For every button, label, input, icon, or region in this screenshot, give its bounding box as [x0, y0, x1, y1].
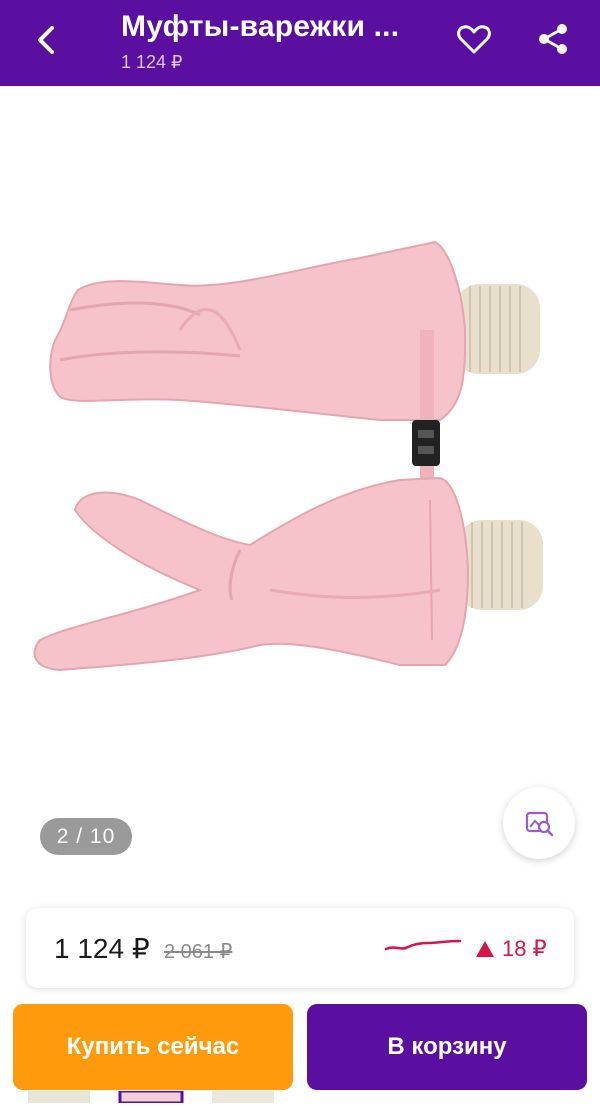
image-counter: 2 / 10 — [40, 818, 132, 855]
favorite-button[interactable] — [453, 18, 495, 60]
add-to-cart-button[interactable]: В корзину — [307, 1004, 587, 1090]
price-trend-sparkline — [384, 939, 462, 951]
mittens-illustration — [33, 240, 543, 672]
current-price: 1 124 ₽ — [54, 933, 150, 964]
chevron-left-icon — [38, 26, 54, 54]
page-title: Муфты-варежки ... — [121, 10, 400, 43]
heart-icon — [457, 25, 491, 54]
thumbnail-strip[interactable] — [0, 1089, 600, 1105]
image-search-icon — [525, 811, 554, 837]
price-change-value: 18 ₽ — [502, 936, 547, 961]
share-icon — [539, 24, 567, 54]
arrow-up-icon — [476, 941, 494, 957]
old-price: 2 061 ₽ — [164, 941, 233, 963]
product-image[interactable] — [0, 86, 600, 898]
share-button[interactable] — [532, 18, 574, 60]
price-card[interactable]: 1 124 ₽ 2 061 ₽ 18 ₽ — [26, 908, 574, 988]
back-button[interactable] — [26, 20, 66, 60]
buckle — [412, 420, 440, 466]
mitten-bottom — [33, 476, 543, 672]
buy-now-button[interactable]: Купить сейчас — [13, 1004, 293, 1090]
price-change: 18 ₽ — [476, 936, 547, 962]
mitten-top — [49, 240, 540, 421]
image-search-button[interactable] — [503, 787, 575, 859]
top-bar: Муфты-варежки ... 1 124 ₽ — [0, 0, 600, 86]
header-price: 1 124 ₽ — [121, 52, 183, 72]
